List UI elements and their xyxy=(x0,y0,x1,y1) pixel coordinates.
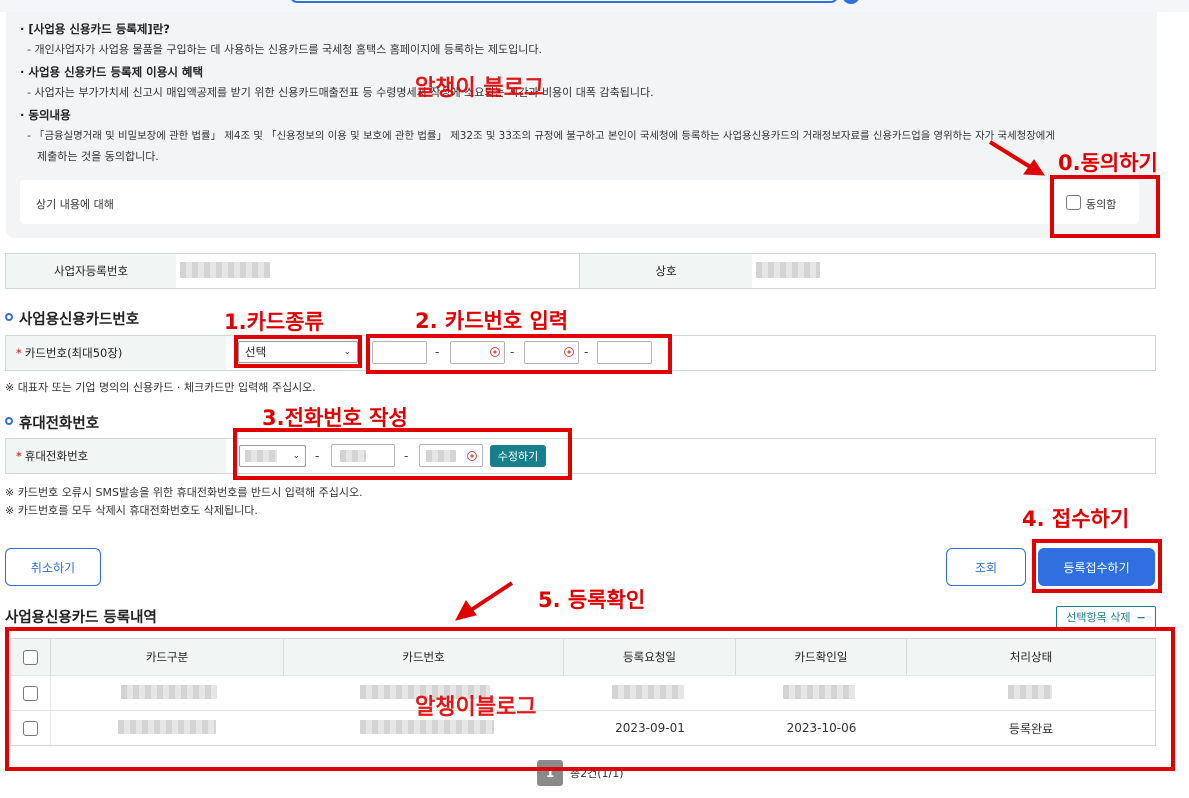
annotation-step0: 0.동의하기 xyxy=(1058,151,1158,175)
arrow-to-agree xyxy=(988,140,1034,170)
annotation-step2: 2. 카드번호 입력 xyxy=(415,309,569,333)
annotation-step4: 4. 접수하기 xyxy=(1022,507,1130,531)
watermark-mid: 알챙이블로그 xyxy=(415,695,537,720)
annotation-arrows xyxy=(455,140,1045,621)
annotation-step1: 1.카드종류 xyxy=(224,310,324,334)
arrow-to-history xyxy=(466,581,514,614)
annotation-step5: 5. 등록확인 xyxy=(538,588,646,612)
watermark-top: 알챙이 블로그 xyxy=(415,76,545,101)
arrow-head xyxy=(455,600,477,621)
arrow-head xyxy=(1023,159,1045,176)
annotation-step3: 3.전화번호 작성 xyxy=(262,406,408,430)
